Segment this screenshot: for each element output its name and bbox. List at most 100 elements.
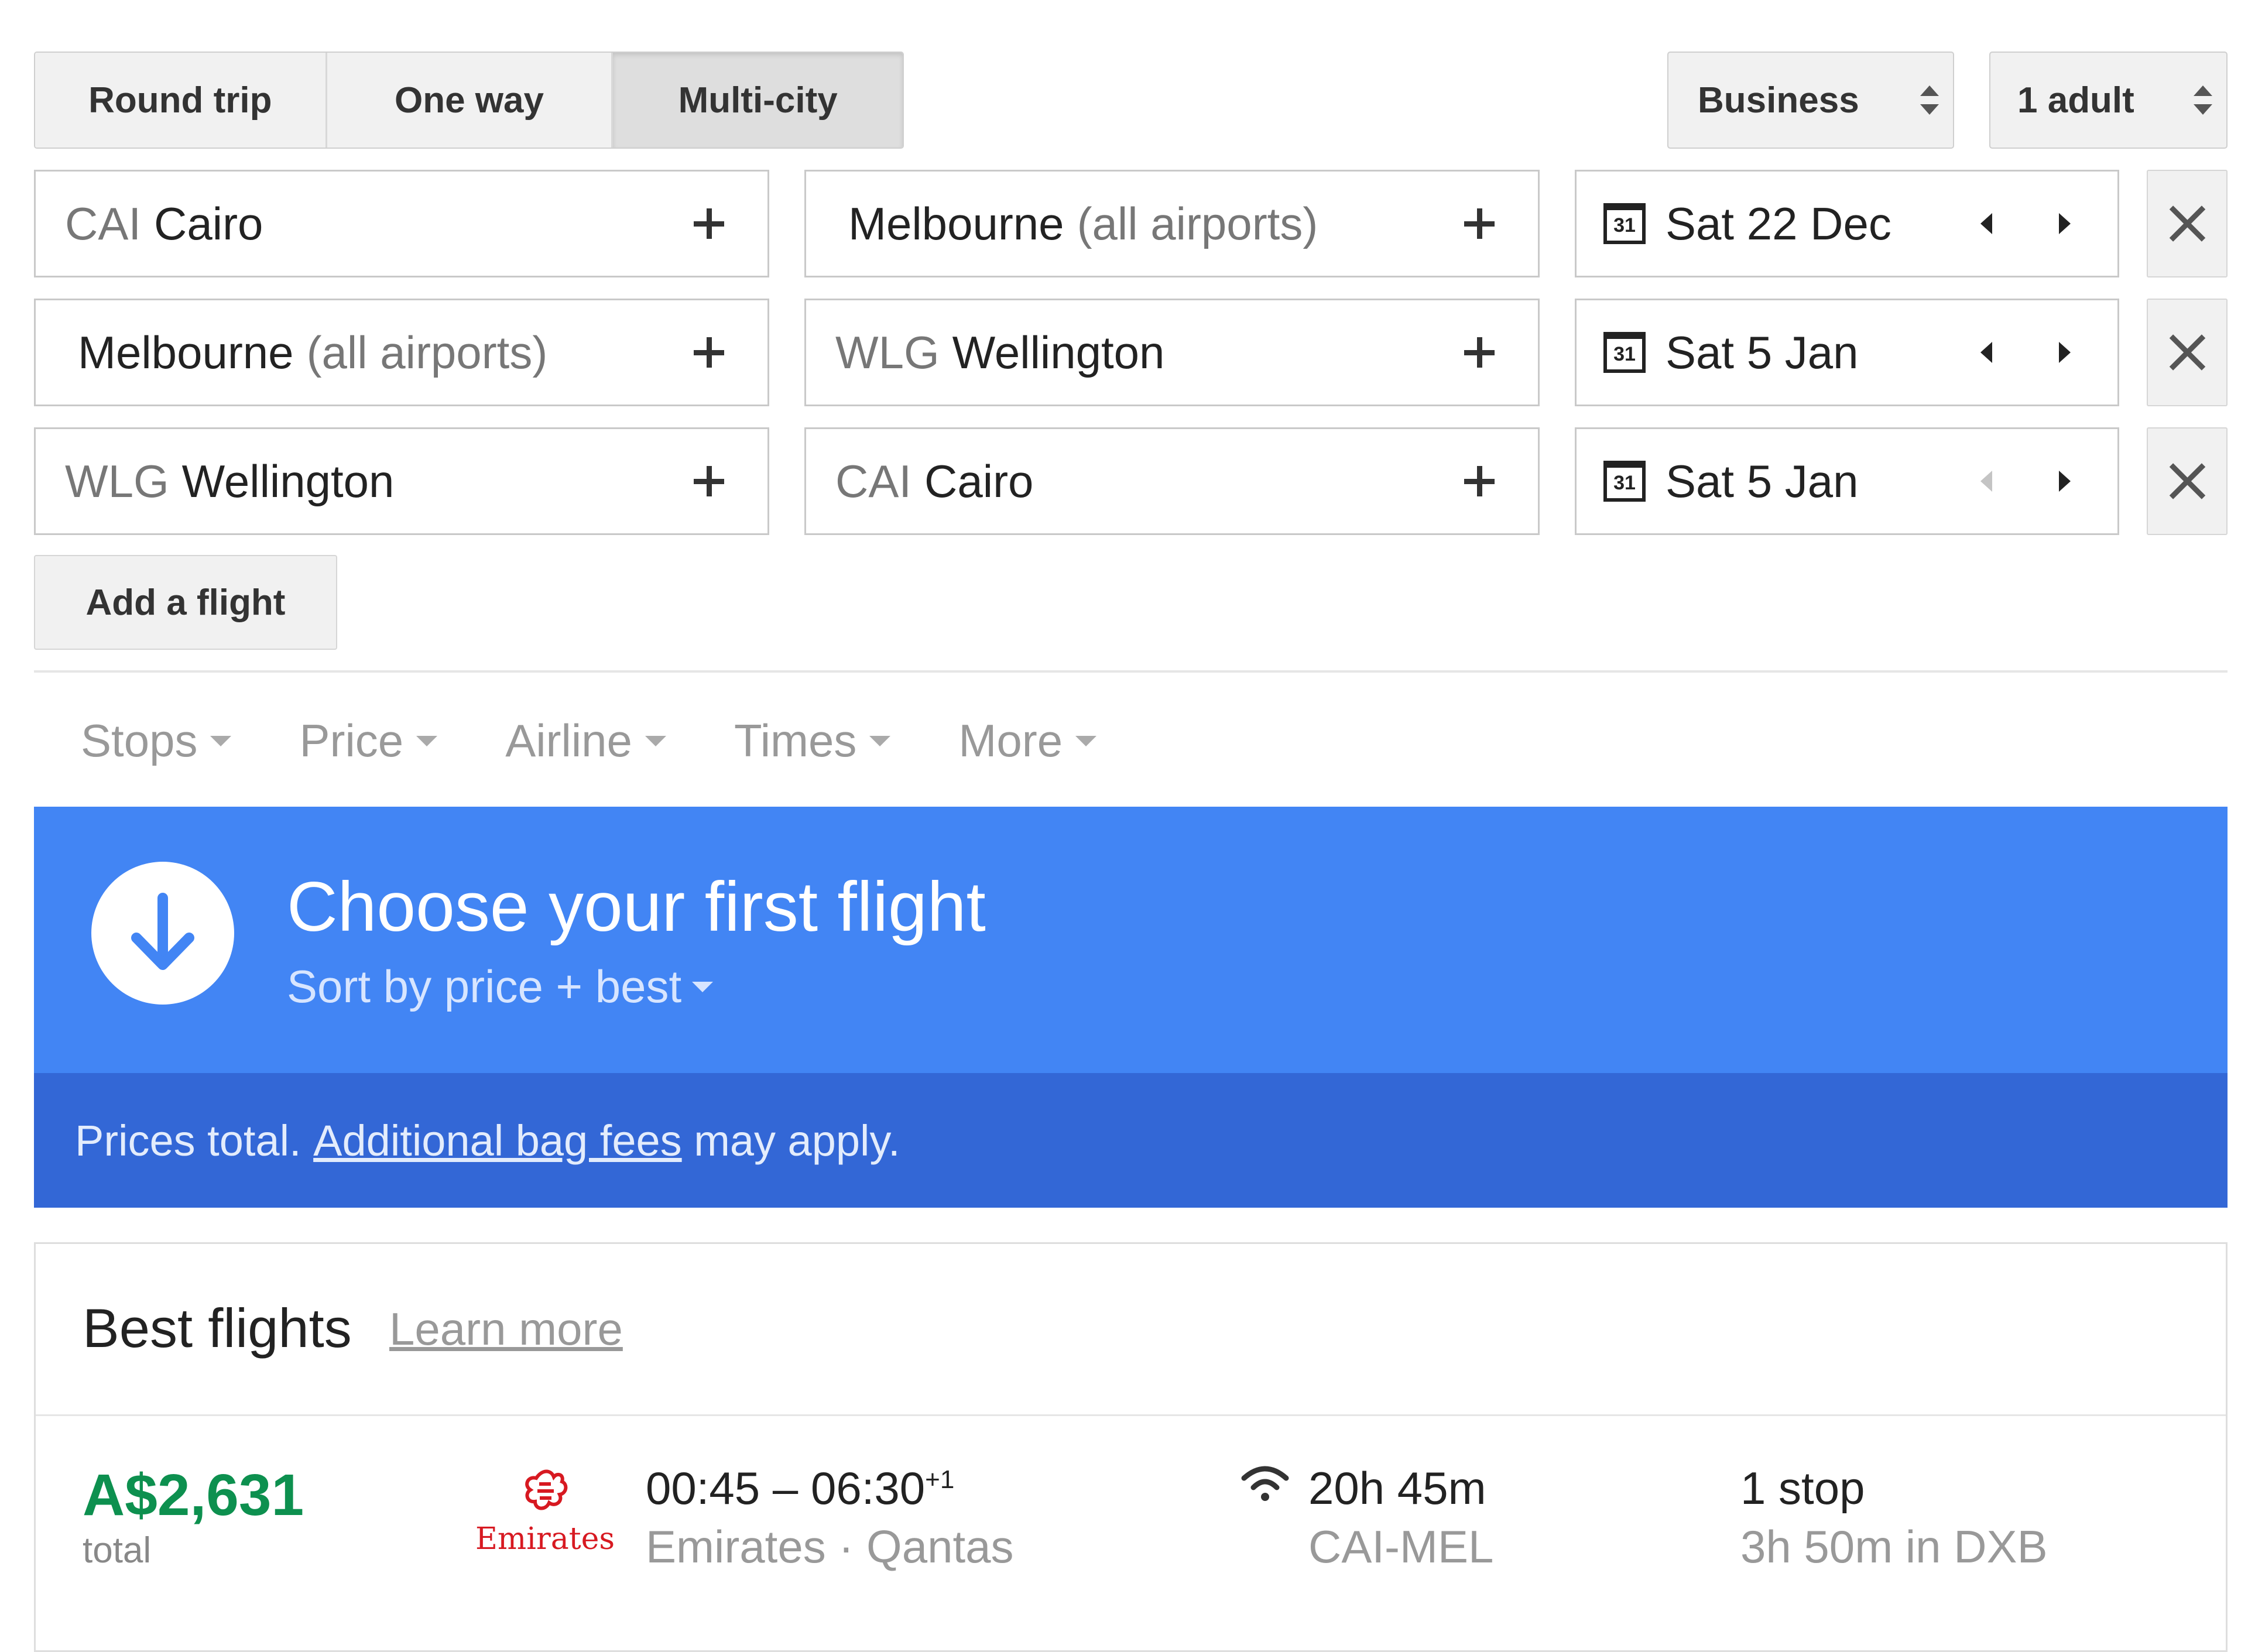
emirates-logo-text: Emirates xyxy=(475,1521,615,1557)
filter-label: Price xyxy=(299,715,404,766)
airport-name: Cairo xyxy=(154,197,263,249)
airport-suffix: (all airports) xyxy=(306,326,548,378)
notice-prefix: Prices total. xyxy=(75,1116,301,1165)
learn-more-link[interactable]: Learn more xyxy=(389,1303,623,1356)
results-panel: Best flights Learn more A$2,631 total Em… xyxy=(34,1242,2228,1652)
filter-label: More xyxy=(958,715,1063,766)
filter-times[interactable]: Times xyxy=(734,714,891,767)
notice-suffix: may apply. xyxy=(694,1116,900,1165)
flight-times: 00:45 – 06:30+1 xyxy=(646,1462,955,1514)
caret-down-icon xyxy=(645,735,666,746)
destination-field[interactable]: Melbourne (all airports) xyxy=(804,170,1540,277)
airport-code: CAI xyxy=(65,197,142,249)
round-trip-button[interactable]: Round trip xyxy=(35,53,327,148)
remove-leg-button[interactable] xyxy=(2147,170,2228,277)
date-text: Sat 5 Jan xyxy=(1666,326,1859,378)
sort-dropdown[interactable]: Sort by price + best xyxy=(287,960,714,1013)
filter-bar: Stops Price Airline Times More xyxy=(81,714,1097,767)
caret-down-icon xyxy=(416,735,438,746)
plus-icon[interactable] xyxy=(1462,335,1497,370)
cabin-class-select[interactable]: Business xyxy=(1667,52,1954,149)
date-field[interactable]: 31 Sat 22 Dec xyxy=(1575,170,2119,277)
origin-field[interactable]: Melbourne (all airports) xyxy=(34,299,769,406)
date-text: Sat 22 Dec xyxy=(1666,197,1891,249)
origin-field[interactable]: WLG Wellington xyxy=(34,427,769,535)
filter-price[interactable]: Price xyxy=(299,714,438,767)
destination-field[interactable]: WLG Wellington xyxy=(804,299,1540,406)
arrow-right-icon[interactable] xyxy=(2059,213,2071,234)
departure-time: 00:45 xyxy=(646,1462,760,1514)
banner-title: Choose your first flight xyxy=(287,868,986,946)
flight-price: A$2,631 xyxy=(83,1462,304,1528)
add-flight-button[interactable]: Add a flight xyxy=(34,555,337,650)
plus-icon[interactable] xyxy=(691,206,727,241)
airport-code: WLG xyxy=(835,326,940,378)
filter-label: Times xyxy=(734,715,857,766)
date-text: Sat 5 Jan xyxy=(1666,455,1859,507)
date-field[interactable]: 31 Sat 5 Jan xyxy=(1575,299,2119,406)
filter-label: Stops xyxy=(81,715,198,766)
arrival-time: 06:30 xyxy=(810,1462,926,1514)
calendar-icon: 31 xyxy=(1603,332,1646,373)
flight-duration: 20h 45m xyxy=(1308,1462,1486,1514)
airport-name: Melbourne xyxy=(78,326,294,378)
passengers-value: 1 adult xyxy=(2017,80,2134,121)
arrow-left-icon[interactable] xyxy=(1980,471,1992,492)
filter-more[interactable]: More xyxy=(958,714,1097,767)
multi-city-button[interactable]: Multi-city xyxy=(613,53,903,148)
sort-label: Sort by price + best xyxy=(287,961,682,1012)
airport-text: Melbourne (all airports) xyxy=(806,197,1462,251)
up-down-icon xyxy=(1906,85,1953,115)
origin-field[interactable]: CAI Cairo xyxy=(34,170,769,277)
remove-leg-button[interactable] xyxy=(2147,299,2228,406)
remove-leg-button[interactable] xyxy=(2147,427,2228,535)
emirates-emblem-icon xyxy=(525,1469,568,1510)
airport-code: WLG xyxy=(65,455,169,507)
passengers-select[interactable]: 1 adult xyxy=(1989,52,2228,149)
bag-fees-link[interactable]: Additional bag fees xyxy=(313,1116,681,1166)
arrow-right-icon[interactable] xyxy=(2059,342,2071,363)
arrow-down-circle-icon xyxy=(91,862,234,1005)
one-way-button[interactable]: One way xyxy=(327,53,614,148)
flight-layover: 3h 50m in DXB xyxy=(1740,1521,2048,1572)
caret-down-icon xyxy=(692,981,714,992)
plus-icon[interactable] xyxy=(691,335,727,370)
plus-icon[interactable] xyxy=(691,464,727,499)
caret-down-icon xyxy=(1075,735,1097,746)
airport-name: Wellington xyxy=(181,455,395,507)
destination-field[interactable]: CAI Cairo xyxy=(804,427,1540,535)
airport-text: WLG Wellington xyxy=(806,326,1462,379)
wifi-icon xyxy=(1241,1466,1289,1501)
filter-airline[interactable]: Airline xyxy=(505,714,666,767)
carriers: Emirates · Qantas xyxy=(646,1521,1014,1572)
filter-label: Airline xyxy=(505,715,632,766)
results-header: Best flights Learn more xyxy=(36,1244,2226,1416)
choose-flight-banner: Choose your first flight Sort by price +… xyxy=(34,807,2228,1073)
best-flights-heading: Best flights xyxy=(83,1297,352,1359)
airport-text: CAI Cairo xyxy=(806,455,1462,508)
airport-text: WLG Wellington xyxy=(36,455,691,508)
cabin-class-value: Business xyxy=(1698,80,1859,121)
calendar-icon: 31 xyxy=(1603,203,1646,244)
flight-route: CAI-MEL xyxy=(1308,1521,1494,1572)
caret-down-icon xyxy=(210,735,232,746)
filter-stops[interactable]: Stops xyxy=(81,714,232,767)
plus-icon[interactable] xyxy=(1462,206,1497,241)
flight-stops: 1 stop xyxy=(1740,1462,1865,1514)
close-icon xyxy=(2167,461,2208,502)
divider xyxy=(34,670,2228,673)
trip-type-selector: Round trip One way Multi-city xyxy=(34,52,904,149)
airport-name: Melbourne xyxy=(848,197,1064,249)
plus-icon[interactable] xyxy=(1462,464,1497,499)
date-field[interactable]: 31 Sat 5 Jan xyxy=(1575,427,2119,535)
airport-text: Melbourne (all airports) xyxy=(36,326,691,379)
emirates-logo: Emirates xyxy=(475,1466,615,1566)
calendar-icon: 31 xyxy=(1603,461,1646,502)
day-offset: +1 xyxy=(925,1465,955,1494)
caret-down-icon xyxy=(869,735,891,746)
arrow-left-icon[interactable] xyxy=(1980,342,1992,363)
arrow-right-icon[interactable] xyxy=(2059,471,2071,492)
price-notice: Prices total. Additional bag fees may ap… xyxy=(34,1073,2228,1208)
arrow-left-icon[interactable] xyxy=(1980,213,1992,234)
airport-name: Cairo xyxy=(924,455,1034,507)
